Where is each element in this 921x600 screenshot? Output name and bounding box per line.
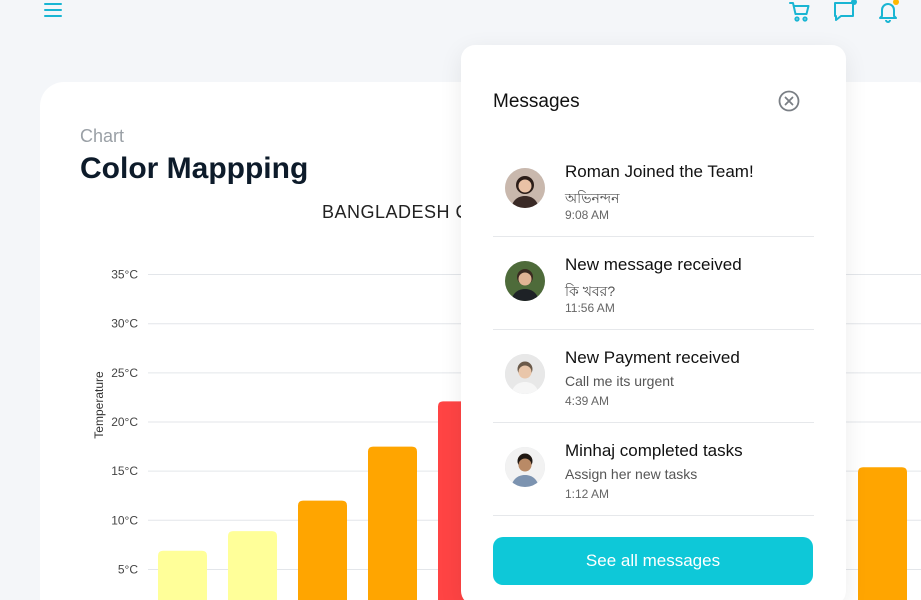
chart-bar[interactable] xyxy=(228,531,277,600)
y-axis-label: Temperature xyxy=(92,371,106,439)
message-title: Minhaj completed tasks xyxy=(565,441,743,460)
y-tick-label: 15°C xyxy=(111,464,138,478)
message-time: 9:08 AM xyxy=(565,208,610,222)
y-tick-label: 30°C xyxy=(111,317,138,331)
messages-panel: Messages Roman Joined the Team! অভিনন্দন… xyxy=(461,45,846,600)
message-time: 11:56 AM xyxy=(565,301,615,315)
cart-icon[interactable] xyxy=(788,0,812,24)
message-time: 4:39 AM xyxy=(565,394,610,408)
message-item[interactable]: New Payment received Call me its urgent … xyxy=(493,330,814,423)
male-avatar xyxy=(505,447,545,487)
y-tick-label: 25°C xyxy=(111,366,138,380)
y-tick-label: 20°C xyxy=(111,415,138,429)
message-title: New message received xyxy=(565,255,742,274)
messages-title: Messages xyxy=(493,91,580,112)
message-item[interactable]: Roman Joined the Team! অভিনন্দন 9:08 AM xyxy=(493,144,814,237)
male-avatar xyxy=(505,354,545,394)
bell-icon[interactable] xyxy=(876,0,900,24)
message-text: Call me its urgent xyxy=(565,373,674,389)
message-text: Assign her new tasks xyxy=(565,466,698,482)
hamburger-menu-icon[interactable] xyxy=(44,3,62,19)
chart-bar[interactable] xyxy=(368,446,417,600)
message-title: Roman Joined the Team! xyxy=(565,162,754,181)
male-avatar xyxy=(505,261,545,301)
message-item[interactable]: New message received কি খবর? 11:56 AM xyxy=(493,237,814,330)
close-circle-icon[interactable] xyxy=(777,89,801,113)
chart-bar[interactable] xyxy=(158,550,207,600)
top-bar xyxy=(0,0,921,40)
notification-dot xyxy=(851,0,857,5)
y-tick-label: 10°C xyxy=(111,513,138,527)
chart-bar[interactable] xyxy=(298,500,347,600)
female-avatar xyxy=(505,168,545,208)
y-tick-label: 35°C xyxy=(111,268,138,282)
message-time: 1:12 AM xyxy=(565,487,610,501)
message-title: New Payment received xyxy=(565,348,740,367)
y-tick-label: 5°C xyxy=(118,562,138,576)
see-all-messages-button[interactable]: See all messages xyxy=(493,537,813,585)
chart-bar[interactable] xyxy=(858,467,907,600)
chat-bubble-icon[interactable] xyxy=(832,0,857,24)
message-item[interactable]: Minhaj completed tasks Assign her new ta… xyxy=(493,423,814,516)
